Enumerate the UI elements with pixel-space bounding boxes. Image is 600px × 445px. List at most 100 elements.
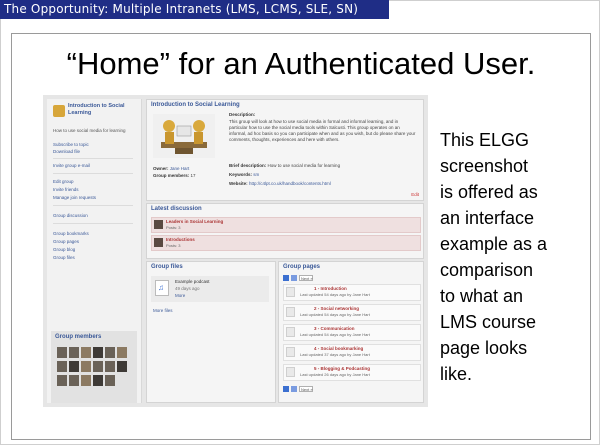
page-item[interactable]: 2 - Social networking Last updated 54 da… — [283, 304, 421, 321]
discussion-item[interactable]: Leaders in Social Learning Posts: 3 — [151, 217, 421, 233]
page-meta: Last updated 37 days ago by Jane Hart — [300, 352, 370, 357]
discussion-item[interactable]: Introductions Posts: 3 — [151, 235, 421, 251]
group-title: Introduction to Social Learning — [151, 102, 240, 108]
slide-heading: “Home” for an Authenticated User. — [66, 46, 536, 81]
page-1-button-bottom[interactable] — [283, 386, 289, 392]
discussion-meta: Posts: 3 — [166, 243, 181, 248]
file-meta: 49 days ago — [175, 286, 200, 291]
page-title[interactable]: 4 - Social bookmarking — [314, 346, 363, 351]
description-label: Description: — [229, 112, 256, 117]
member-avatar[interactable] — [69, 375, 79, 386]
member-avatar[interactable] — [81, 375, 91, 386]
sidebar-link[interactable]: Download file — [53, 149, 133, 155]
sidebar-link[interactable]: Invite group e-mail — [53, 163, 133, 169]
members-value: 17 — [190, 173, 196, 178]
next-button[interactable]: Next » — [299, 275, 313, 281]
member-avatar[interactable] — [57, 361, 67, 372]
member-avatar[interactable] — [93, 375, 103, 386]
page-title[interactable]: 3 - Communication — [314, 326, 355, 331]
owner-value[interactable]: Jane Hart — [170, 166, 190, 171]
discussion-title[interactable]: Leaders in Social Learning — [166, 219, 223, 224]
member-avatar[interactable] — [93, 347, 103, 358]
sidebar-link[interactable]: Group files — [53, 255, 133, 261]
page-meta: Last updated 26 days ago by Jane Hart — [300, 372, 370, 377]
page-item[interactable]: 3 - Communication Last updated 54 days a… — [283, 324, 421, 341]
member-avatar[interactable] — [105, 361, 115, 372]
members-label: Group members: — [153, 173, 190, 178]
page-item[interactable]: 1 - Introduction Last updated 54 days ag… — [283, 284, 421, 301]
file-more-link[interactable]: More — [175, 293, 185, 299]
page-item[interactable]: 4 - Social bookmarking Last updated 37 d… — [283, 344, 421, 361]
page-1-button[interactable] — [283, 275, 289, 281]
group-members-box: Group members — [51, 331, 137, 403]
owner-label: Owner: — [153, 166, 169, 171]
sidebar-link[interactable]: Group discussion — [53, 213, 133, 219]
group-files-panel: Group files ♫ Example podcast 49 days ag… — [146, 261, 276, 403]
group-main: Introduction to Social Learning Owner: J… — [146, 99, 424, 403]
member-avatar[interactable] — [69, 347, 79, 358]
author-avatar — [154, 238, 163, 247]
sidebar-divider — [53, 223, 133, 224]
member-avatar[interactable] — [105, 347, 115, 358]
page-icon — [286, 327, 295, 337]
sidebar-link[interactable]: Group blog — [53, 247, 133, 253]
page-title[interactable]: 2 - Social networking — [314, 306, 359, 311]
page-meta: Last updated 54 days ago by Jane Hart — [300, 312, 370, 317]
member-avatar[interactable] — [117, 347, 127, 358]
page-meta: Last updated 54 days ago by Jane Hart — [300, 292, 370, 297]
group-pages-title: Group pages — [283, 264, 321, 270]
member-avatar[interactable] — [81, 361, 91, 372]
group-members-title: Group members — [55, 334, 102, 340]
sidebar-group-title[interactable]: Introduction to Social Learning — [68, 103, 136, 117]
latest-discussion-title: Latest discussion — [151, 206, 202, 212]
member-avatar[interactable] — [69, 361, 79, 372]
website-line: Website: http://c4lpt.co.uk/handbook/con… — [229, 181, 417, 187]
group-icon — [53, 105, 65, 117]
sidebar-link[interactable]: Group pages — [53, 239, 133, 245]
members-line: Group members: 17 — [153, 173, 223, 179]
group-sidebar: Introduction to Social Learning How to u… — [47, 99, 142, 403]
next-label: Next » — [301, 276, 313, 281]
page-2-button[interactable] — [291, 275, 297, 281]
page-meta: Last updated 54 days ago by Jane Hart — [300, 332, 370, 337]
member-avatar[interactable] — [81, 347, 91, 358]
page-2-button-bottom[interactable] — [291, 386, 297, 392]
sidebar-link[interactable]: Invite friends — [53, 187, 133, 193]
website-link[interactable]: http://c4lpt.co.uk/handbook/contents.htm… — [249, 181, 331, 186]
caption-text: This ELGG screenshot is offered as an in… — [440, 127, 580, 387]
sidebar-group-header: Introduction to Social Learning — [53, 103, 137, 123]
page-item[interactable]: 5 - Blogging & Podcasting Last updated 2… — [283, 364, 421, 381]
edit-link[interactable]: Edit — [411, 192, 419, 198]
sidebar-link[interactable]: Edit group — [53, 179, 133, 185]
member-avatar[interactable] — [93, 361, 103, 372]
file-item[interactable]: ♫ Example podcast 49 days ago More — [151, 276, 269, 302]
sidebar-link[interactable]: Subscribe to topic — [53, 142, 133, 148]
caption-line: screenshot — [440, 156, 529, 176]
page-icon — [286, 347, 295, 357]
audio-file-icon: ♫ — [155, 280, 169, 296]
caption-line: an interface — [440, 208, 535, 228]
page-title[interactable]: 5 - Blogging & Podcasting — [314, 366, 370, 371]
page-icon — [286, 367, 295, 377]
member-avatar[interactable] — [105, 375, 115, 386]
caption-line: to what an — [440, 286, 524, 306]
owner-line: Owner: Jane Hart — [153, 166, 215, 172]
page-title[interactable]: 1 - Introduction — [314, 286, 347, 291]
member-avatar[interactable] — [57, 347, 67, 358]
keywords-line: Keywords: sm — [229, 172, 417, 178]
elgg-screenshot: Introduction to Social Learning How to u… — [43, 95, 428, 407]
sidebar-divider — [53, 173, 133, 174]
next-button-bottom[interactable]: Next » — [299, 386, 313, 392]
author-avatar — [154, 220, 163, 229]
sidebar-link[interactable]: Group bookmarks — [53, 231, 133, 237]
discussion-title[interactable]: Introductions — [166, 237, 195, 242]
sidebar-link[interactable]: Manage join requests — [53, 195, 133, 201]
more-files-link[interactable]: More files — [153, 308, 173, 314]
member-avatar[interactable] — [117, 361, 127, 372]
section-title: The Opportunity: Multiple Intranets (LMS… — [4, 2, 359, 16]
brief-label: Brief description: — [229, 163, 267, 168]
keywords-value[interactable]: sm — [253, 172, 259, 177]
member-avatar[interactable] — [57, 375, 67, 386]
next-label: Next » — [301, 387, 313, 392]
file-name[interactable]: Example podcast — [175, 279, 210, 285]
